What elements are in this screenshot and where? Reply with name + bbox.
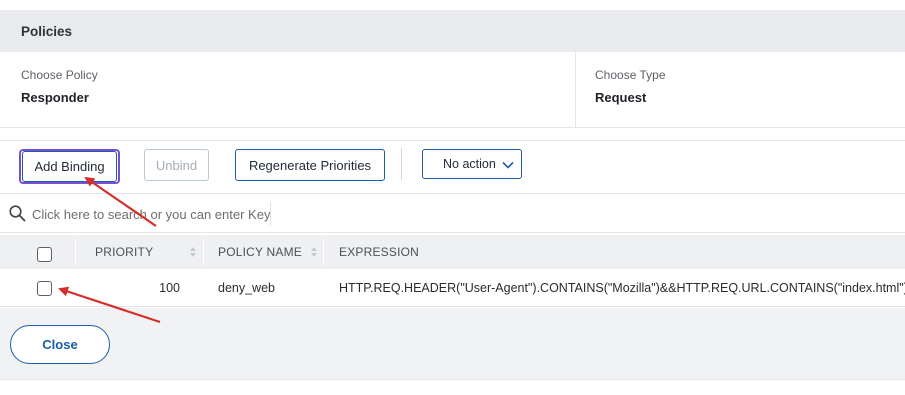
choose-policy-value: Responder <box>21 90 89 105</box>
toolbar-divider <box>401 148 402 180</box>
sort-icon[interactable] <box>189 246 197 258</box>
search-input-edge <box>270 202 271 226</box>
unbind-button[interactable]: Unbind <box>144 149 209 181</box>
choose-policy-label: Choose Policy <box>21 68 98 82</box>
row-checkbox[interactable] <box>37 281 52 296</box>
regenerate-priorities-button[interactable]: Regenerate Priorities <box>235 149 385 181</box>
policy-name-cell[interactable]: deny_web <box>218 269 275 307</box>
action-dropdown[interactable]: No action <box>422 149 522 179</box>
chevron-down-icon <box>502 161 514 169</box>
choose-type-value: Request <box>595 90 647 105</box>
search-input[interactable] <box>32 202 272 226</box>
search-row <box>0 193 905 233</box>
choose-type-label: Choose Type <box>595 68 666 82</box>
column-header-expression[interactable]: EXPRESSION <box>339 235 419 269</box>
policies-title: Policies <box>0 10 905 52</box>
column-divider <box>575 52 576 128</box>
sort-icon[interactable] <box>310 246 318 258</box>
search-icon <box>9 205 26 222</box>
close-button[interactable]: Close <box>10 325 110 364</box>
policies-body: Choose Policy Responder Choose Type Requ… <box>0 52 905 128</box>
column-header-priority[interactable]: PRIORITY <box>95 235 153 269</box>
header-separator <box>75 239 76 265</box>
header-separator <box>203 239 204 265</box>
priority-cell: 100 <box>159 281 180 295</box>
expression-cell: HTTP.REQ.HEADER("User-Agent").CONTAINS("… <box>339 281 905 295</box>
dialog-footer: Close <box>0 308 905 380</box>
policies-panel: Policies Choose Policy Responder Choose … <box>0 10 905 128</box>
table-row[interactable]: 100 deny_web HTTP.REQ.HEADER("User-Agent… <box>0 269 905 307</box>
add-binding-button[interactable]: Add Binding <box>22 151 117 182</box>
table-header: PRIORITY POLICY NAME EXPRESSION <box>0 235 905 269</box>
action-dropdown-value: No action <box>443 157 496 171</box>
header-separator <box>323 239 324 265</box>
select-all-checkbox[interactable] <box>37 247 52 262</box>
column-header-policy-name[interactable]: POLICY NAME <box>218 235 302 269</box>
